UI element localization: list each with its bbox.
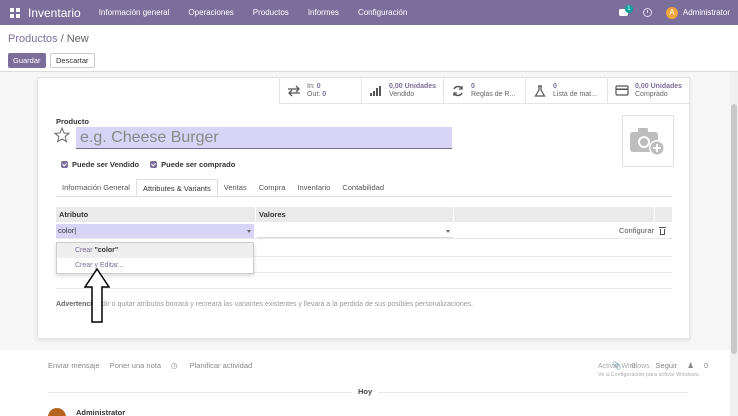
attributes-table-header: Atributo Valores — [56, 207, 672, 222]
smart-button-in-out[interactable]: In: 0 Out: 0 — [279, 78, 361, 104]
scrollbar-thumb[interactable] — [731, 104, 737, 354]
product-label: Producto — [56, 117, 89, 126]
smart-button-comprado[interactable]: 0,00 Unidades Comprado — [607, 78, 689, 104]
configure-button[interactable]: Configurar — [619, 226, 654, 235]
camera-plus-icon — [630, 128, 665, 156]
can-be-sold-checkbox[interactable] — [61, 161, 68, 168]
flask-icon — [533, 85, 547, 97]
out-label: Out: — [307, 91, 321, 98]
create-value: "color" — [94, 247, 119, 254]
in-label: In: — [307, 83, 315, 90]
warning-text: adir o quitar atributos borrará y recrea… — [98, 301, 474, 308]
send-message-button[interactable]: Enviar mensaje — [48, 361, 100, 370]
annotation-arrow-icon — [83, 267, 111, 324]
chatter — [0, 350, 730, 416]
table-row: color| Configurar — [56, 223, 672, 239]
notebook-tabs: Información General Attributes & Variant… — [56, 179, 672, 197]
lista-value: 0 — [553, 83, 557, 90]
watermark-line1: Activar Windows — [598, 363, 650, 370]
log-note-button[interactable]: Poner una nota — [110, 361, 161, 370]
can-be-sold-label: Puede ser Vendido — [72, 160, 140, 169]
tab-compra[interactable]: Compra — [253, 179, 292, 196]
control-panel: Productos / New Guardar Descartar — [0, 25, 738, 72]
tab-contabilidad[interactable]: Contabilidad — [336, 179, 390, 196]
form-sheet: In: 0 Out: 0 0,00 Unidades Vendido 0 Reg… — [37, 77, 690, 339]
vertical-scrollbar[interactable] — [730, 72, 738, 416]
app-brand[interactable]: Inventario — [28, 6, 81, 20]
chat-icon[interactable]: 1 — [618, 5, 633, 17]
can-be-purchased-label: Puede ser comprado — [161, 160, 236, 169]
star-icon[interactable] — [53, 126, 71, 143]
message-author: Administrator — [76, 408, 126, 416]
vendido-label: Vendido — [389, 91, 415, 98]
vendido-value: 0,00 Unidades — [389, 83, 437, 90]
trash-icon[interactable] — [659, 226, 666, 235]
breadcrumb: Productos / New — [8, 33, 89, 45]
column-header-valores[interactable]: Valores — [256, 207, 454, 222]
bar-chart-icon — [369, 85, 383, 97]
out-value: 0 — [322, 91, 327, 98]
comprado-value: 0,00 Unidades — [635, 83, 683, 90]
tab-ventas[interactable]: Ventas — [218, 179, 253, 196]
top-navbar: Inventario Información general Operacion… — [0, 0, 738, 25]
attribute-input[interactable]: color| — [56, 223, 254, 238]
chevron-down-icon[interactable] — [446, 229, 450, 233]
product-name-input[interactable]: e.g. Cheese Burger — [76, 127, 452, 149]
tab-informacion-general[interactable]: Información General — [56, 179, 136, 196]
values-input[interactable] — [257, 224, 453, 238]
reglas-label: Reglas de R... — [471, 91, 516, 98]
lista-label: Lista de mat... — [553, 91, 597, 98]
empty-row-divider — [56, 288, 672, 289]
breadcrumb-current: New — [66, 33, 89, 45]
variants-warning: Advertencia adir o quitar atributos borr… — [56, 301, 473, 308]
sale-purchase-checkboxes: Puede ser Vendido Puede ser comprado — [61, 160, 246, 169]
credit-card-icon — [615, 85, 629, 97]
apps-menu-icon[interactable] — [10, 7, 20, 18]
chat-badge: 1 — [624, 5, 633, 13]
dropdown-create-option[interactable]: Crear "color" — [57, 243, 253, 258]
create-prefix: Crear — [75, 247, 95, 254]
schedule-activity-button[interactable]: ◷ Planificar actividad — [171, 361, 262, 370]
tab-attributes-variants[interactable]: Attributes & Variants — [135, 179, 218, 196]
menu-operaciones[interactable]: Operaciones — [188, 8, 233, 17]
today-label: Hoy — [352, 387, 379, 396]
save-button[interactable]: Guardar — [8, 53, 46, 68]
clock-icon: ◷ — [171, 361, 178, 370]
menu-informacion-general[interactable]: Información general — [99, 8, 170, 17]
arrows-exchange-icon — [287, 85, 301, 97]
discard-button[interactable]: Descartar — [50, 53, 95, 68]
can-be-purchased-checkbox[interactable] — [150, 161, 158, 168]
menu-productos[interactable]: Productos — [253, 8, 289, 17]
menu-configuracion[interactable]: Configuración — [358, 8, 407, 17]
column-header-atributo[interactable]: Atributo — [56, 207, 256, 222]
comprado-label: Comprado — [635, 91, 668, 98]
followers-count: 0 — [703, 361, 709, 370]
watermark-line2: Ve a Configuración para activar Windows. — [598, 372, 701, 378]
user-name[interactable]: Administrator — [683, 8, 730, 17]
chevron-down-icon[interactable] — [247, 229, 251, 233]
in-value: 0 — [316, 83, 321, 90]
menu-informes[interactable]: Informes — [308, 8, 339, 17]
windows-activation-watermark: Activar Windows Ve a Configuración para … — [598, 362, 700, 380]
breadcrumb-productos[interactable]: Productos — [8, 33, 58, 45]
smart-buttons: In: 0 Out: 0 0,00 Unidades Vendido 0 Reg… — [279, 78, 689, 104]
product-image-upload[interactable] — [622, 115, 674, 167]
schedule-activity-label: Planificar actividad — [189, 361, 253, 370]
smart-button-lista-materiales[interactable]: 0 Lista de mat... — [525, 78, 607, 104]
smart-button-reglas[interactable]: 0 Reglas de R... — [443, 78, 525, 104]
attribute-input-value: color — [58, 225, 75, 235]
user-avatar[interactable]: A — [665, 6, 678, 19]
refresh-icon — [451, 85, 465, 97]
activity-clock-icon[interactable] — [642, 8, 652, 17]
smart-button-vendido[interactable]: 0,00 Unidades Vendido — [361, 78, 443, 104]
reglas-value: 0 — [471, 83, 475, 90]
tab-inventario[interactable]: Inventario — [291, 179, 336, 196]
chatter-actions: Enviar mensaje Poner una nota ◷ Planific… — [48, 361, 272, 370]
